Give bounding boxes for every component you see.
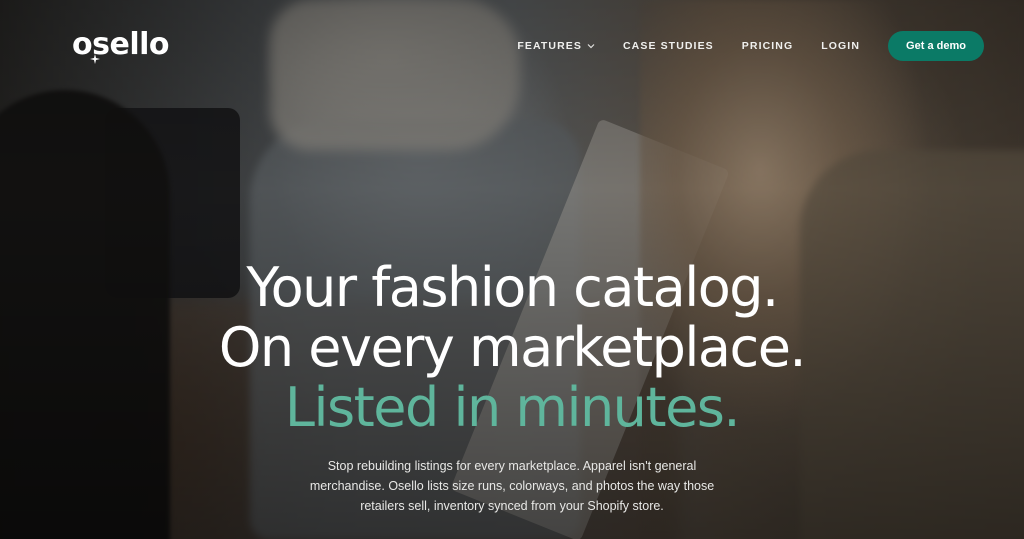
nav-item-features[interactable]: FEATURES	[517, 40, 595, 52]
headline-line-2: On every marketplace.	[218, 316, 807, 379]
headline-line-3: Listed in minutes.	[284, 376, 741, 439]
get-a-demo-button[interactable]: Get a demo	[888, 31, 984, 61]
logo-text: osello	[72, 26, 170, 62]
main-nav: FEATURES CASE STUDIES PRICING LOGIN Get …	[517, 31, 984, 61]
chevron-down-icon	[587, 44, 595, 49]
logo[interactable]: osello	[72, 26, 170, 64]
sparkle-icon	[90, 53, 100, 64]
nav-item-pricing[interactable]: PRICING	[742, 40, 793, 52]
site-header: osello FEATURES CASE STUDIES PRICING LOG…	[0, 0, 1024, 92]
nav-item-label: PRICING	[741, 40, 794, 52]
hero-subtext: Stop rebuilding listings for every marke…	[309, 459, 715, 513]
nav-item-label: FEATURES	[517, 40, 582, 52]
nav-item-label: CASE STUDIES	[622, 40, 714, 52]
nav-item-login[interactable]: LOGIN	[821, 40, 860, 52]
nav-item-case-studies[interactable]: CASE STUDIES	[623, 40, 714, 52]
headline-line-1: Your fashion catalog.	[246, 256, 779, 319]
nav-item-label: LOGIN	[821, 40, 860, 52]
hero-section: Your fashion catalog. On every marketpla…	[0, 258, 1024, 516]
hero-headline: Your fashion catalog. On every marketpla…	[0, 258, 1024, 438]
